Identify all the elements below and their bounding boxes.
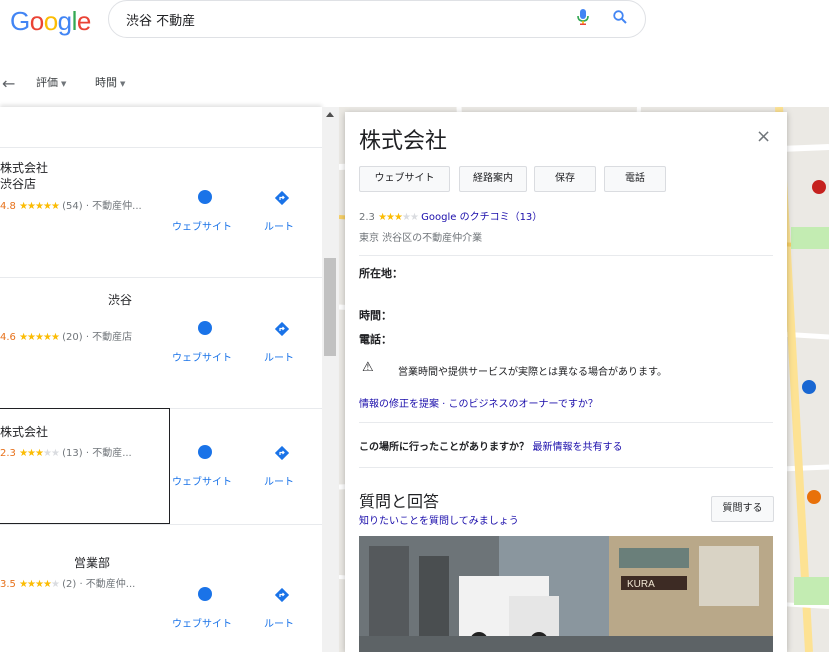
reviews-link[interactable]: Google のクチコミ（13） bbox=[421, 212, 542, 223]
phone-label: 電話： bbox=[359, 333, 392, 346]
scrollbar-track[interactable] bbox=[322, 107, 339, 652]
logo-letter: o bbox=[43, 6, 58, 36]
stars-on: ★★★ bbox=[378, 212, 403, 223]
address-label: 所在地： bbox=[359, 267, 403, 280]
filter-rating-label: 評価 bbox=[36, 76, 58, 89]
filter-rating[interactable]: 評価 ▼ bbox=[36, 74, 66, 90]
qa-heading: 質問と回答 bbox=[359, 492, 440, 511]
stars-on: ★★★★★ bbox=[19, 332, 60, 343]
visited-prompt: この場所に行ったことがありますか？ 最新情報を共有する bbox=[359, 438, 622, 453]
call-button[interactable]: 電話 bbox=[604, 166, 666, 192]
result-title[interactable]: 営業部 bbox=[74, 555, 110, 571]
website-globe-icon[interactable] bbox=[198, 190, 212, 204]
result-subtitle[interactable]: 渋谷店 bbox=[0, 176, 36, 192]
filter-hours[interactable]: 時間 ▼ bbox=[95, 74, 125, 90]
logo-letter: g bbox=[57, 6, 72, 36]
map-pin-icon bbox=[812, 180, 826, 194]
filter-hours-label: 時間 bbox=[95, 76, 117, 89]
stars-on: ★★★★★ bbox=[19, 201, 60, 212]
result-title[interactable]: 渋谷 bbox=[108, 292, 132, 308]
warning-text: 営業時間や提供サービスが実際とは異なる場合があります。 bbox=[398, 367, 667, 378]
visited-question: この場所に行ったことがありますか？ bbox=[359, 442, 529, 453]
place-title: 株式会社 bbox=[359, 129, 448, 154]
place-photo[interactable]: KURA bbox=[359, 536, 773, 652]
result-rating: 4.8 ★★★★★ (54) · 不動産仲... bbox=[0, 197, 142, 212]
shop-sign-text: KURA bbox=[627, 579, 655, 590]
route-link[interactable]: ルート bbox=[264, 218, 294, 233]
directions-icon[interactable] bbox=[274, 587, 290, 606]
divider bbox=[0, 277, 322, 278]
website-button[interactable]: ウェブサイト bbox=[359, 166, 450, 192]
logo-letter: G bbox=[10, 6, 30, 36]
result-meta: (2) · 不動産仲... bbox=[62, 579, 136, 590]
google-logo[interactable]: Google bbox=[10, 6, 91, 37]
street-photo: KURA bbox=[359, 536, 773, 652]
back-arrow-icon[interactable]: ← bbox=[2, 74, 15, 93]
chevron-down-icon: ▼ bbox=[61, 80, 67, 88]
directions-button[interactable]: 経路案内 bbox=[459, 166, 527, 192]
result-rating: 3.5 ★★★★★ (2) · 不動産仲... bbox=[0, 575, 135, 590]
divider bbox=[359, 255, 773, 256]
place-category: 東京 渋谷区の不動産仲介業 bbox=[359, 233, 483, 244]
hours-label: 時間： bbox=[359, 309, 392, 322]
close-icon[interactable]: × bbox=[756, 126, 771, 147]
star-rating-icon: ★★★★★ bbox=[19, 332, 60, 343]
website-globe-icon[interactable] bbox=[198, 587, 212, 601]
share-update-link[interactable]: 最新情報を共有する bbox=[532, 442, 622, 453]
scroll-up-arrow-icon[interactable] bbox=[326, 112, 334, 117]
suggest-edit-link[interactable]: 情報の修正を提案 · このビジネスのオーナーですか？ bbox=[359, 395, 598, 410]
results-list bbox=[0, 107, 322, 652]
rating-number: 2.3 bbox=[359, 212, 375, 223]
logo-letter: o bbox=[29, 6, 44, 36]
route-link[interactable]: ルート bbox=[264, 473, 294, 488]
stars-off: ★★ bbox=[402, 212, 419, 223]
place-rating: 2.3 ★★★★★ Google のクチコミ（13） bbox=[359, 208, 542, 223]
stars-off: ★ bbox=[50, 579, 60, 590]
search-icon[interactable] bbox=[612, 9, 628, 29]
directions-icon[interactable] bbox=[274, 321, 290, 340]
rating-number: 4.8 bbox=[0, 201, 16, 212]
route-link[interactable]: ルート bbox=[264, 615, 294, 630]
route-link[interactable]: ルート bbox=[264, 349, 294, 364]
selected-result-outline[interactable] bbox=[0, 408, 170, 524]
map-pin-icon bbox=[807, 490, 821, 504]
rating-number: 3.5 bbox=[0, 579, 16, 590]
qa-ask-link[interactable]: 知りたいことを質問してみましょう bbox=[359, 512, 519, 527]
website-globe-icon[interactable] bbox=[198, 321, 212, 335]
rating-number: 4.6 bbox=[0, 332, 16, 343]
divider bbox=[359, 467, 773, 468]
scrollbar-thumb[interactable] bbox=[324, 258, 336, 356]
website-link[interactable]: ウェブサイト bbox=[172, 218, 232, 233]
warning-icon: ⚠ bbox=[362, 360, 374, 375]
divider bbox=[0, 524, 322, 525]
directions-icon[interactable] bbox=[274, 190, 290, 209]
website-link[interactable]: ウェブサイト bbox=[172, 615, 232, 630]
website-link[interactable]: ウェブサイト bbox=[172, 473, 232, 488]
directions-icon[interactable] bbox=[274, 445, 290, 464]
star-rating-icon: ★★★★★ bbox=[19, 201, 60, 212]
stars-on: ★★★★ bbox=[19, 579, 52, 590]
save-button[interactable]: 保存 bbox=[534, 166, 596, 192]
result-title[interactable]: 株式会社 bbox=[0, 160, 48, 176]
website-globe-icon[interactable] bbox=[198, 445, 212, 459]
divider bbox=[0, 147, 322, 148]
result-meta: (20) · 不動産店 bbox=[62, 332, 133, 343]
website-link[interactable]: ウェブサイト bbox=[172, 349, 232, 364]
search-input[interactable]: 渋谷 不動産 bbox=[126, 10, 195, 29]
ask-question-button[interactable]: 質問する bbox=[711, 496, 774, 522]
mic-icon[interactable] bbox=[577, 8, 589, 30]
chevron-down-icon: ▼ bbox=[120, 80, 126, 88]
result-meta: (54) · 不動産仲... bbox=[62, 201, 142, 212]
map-pin-icon bbox=[802, 380, 816, 394]
result-rating: 4.6 ★★★★★ (20) · 不動産店 bbox=[0, 328, 132, 343]
star-rating-icon: ★★★★★ bbox=[19, 579, 60, 590]
divider bbox=[359, 422, 773, 423]
star-rating-icon: ★★★★★ bbox=[378, 212, 419, 223]
logo-letter: e bbox=[76, 6, 91, 36]
